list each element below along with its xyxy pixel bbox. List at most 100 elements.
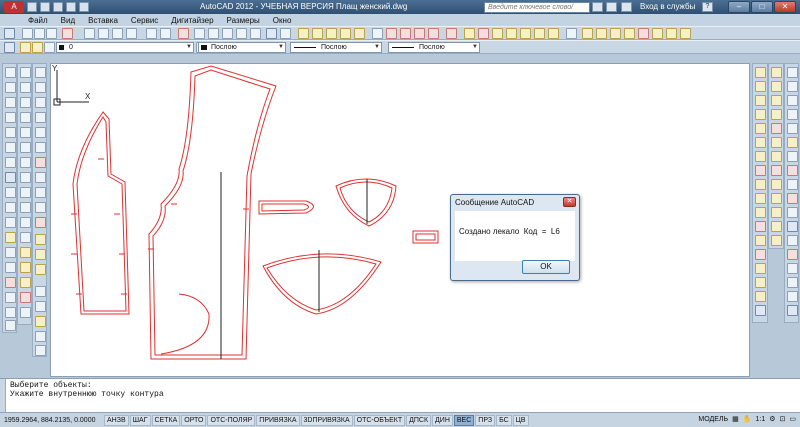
menu-dimensions[interactable]: Размеры: [227, 16, 260, 25]
rectangle-icon[interactable]: [5, 127, 16, 138]
zoom-window-icon[interactable]: [236, 28, 247, 39]
color-select[interactable]: Послою ▼: [198, 42, 286, 53]
pattern-tool-icon[interactable]: [755, 151, 766, 162]
menu-digitizer[interactable]: Дигитайзер: [171, 16, 213, 25]
pattern-tool-icon[interactable]: [771, 151, 782, 162]
help-icon[interactable]: ?: [702, 2, 713, 12]
tool-icon[interactable]: [582, 28, 593, 39]
tool-icon[interactable]: [506, 28, 517, 39]
pattern-tool-icon[interactable]: [771, 235, 782, 246]
make-block-icon[interactable]: [5, 247, 16, 258]
tool-icon[interactable]: [414, 28, 425, 39]
pattern-tool-icon[interactable]: [755, 263, 766, 274]
menu-file[interactable]: Файл: [28, 16, 48, 25]
join-icon[interactable]: [20, 247, 31, 258]
preview-icon[interactable]: [98, 28, 109, 39]
pattern-tool-icon[interactable]: [787, 81, 798, 92]
drawing-canvas[interactable]: Y X: [50, 63, 750, 377]
layer-freeze-icon[interactable]: [32, 42, 43, 53]
offset-icon[interactable]: [20, 112, 31, 123]
maximize-button[interactable]: □: [751, 1, 773, 13]
pattern-tool-icon[interactable]: [771, 193, 782, 204]
tool-icon[interactable]: [312, 28, 323, 39]
pattern-tool-icon[interactable]: [787, 235, 798, 246]
trim-icon[interactable]: [20, 202, 31, 213]
explode-icon[interactable]: [20, 292, 31, 303]
pan-icon[interactable]: [208, 28, 219, 39]
pattern-tool-icon[interactable]: [787, 277, 798, 288]
arc-icon[interactable]: [5, 142, 16, 153]
move-icon[interactable]: [20, 142, 31, 153]
tool-icon[interactable]: [548, 28, 559, 39]
tool-icon[interactable]: [596, 28, 607, 39]
pattern-tool-icon[interactable]: [755, 179, 766, 190]
toggle-ducs[interactable]: ДПСК: [406, 414, 432, 426]
point-icon[interactable]: [5, 262, 16, 273]
pattern-tool-icon[interactable]: [787, 305, 798, 316]
tool-icon[interactable]: [298, 28, 309, 39]
tool-icon[interactable]: [35, 316, 46, 327]
toggle-snap[interactable]: ШАГ: [129, 414, 151, 426]
region-icon[interactable]: [5, 307, 16, 318]
tool-icon[interactable]: [35, 217, 46, 228]
tool-icon[interactable]: [35, 67, 46, 78]
tool-icon[interactable]: [22, 28, 33, 39]
pattern-tool-icon[interactable]: [787, 249, 798, 260]
tool-icon[interactable]: [35, 172, 46, 183]
array-icon[interactable]: [20, 127, 31, 138]
pattern-tool-icon[interactable]: [755, 221, 766, 232]
tool-icon[interactable]: [35, 127, 46, 138]
tool-icon[interactable]: [266, 28, 277, 39]
pattern-tool-icon[interactable]: [755, 137, 766, 148]
tool-icon[interactable]: [428, 28, 439, 39]
spline-icon[interactable]: [5, 187, 16, 198]
open-file-icon[interactable]: [40, 2, 50, 12]
tool-icon[interactable]: [566, 28, 577, 39]
pattern-tool-icon[interactable]: [755, 235, 766, 246]
pattern-tool-icon[interactable]: [771, 179, 782, 190]
layout-icon[interactable]: ▦: [732, 415, 739, 423]
pattern-tool-icon[interactable]: [771, 165, 782, 176]
erase-icon[interactable]: [178, 28, 189, 39]
tool-icon[interactable]: [534, 28, 545, 39]
gradient-icon[interactable]: [5, 292, 16, 303]
pattern-tool-icon[interactable]: [771, 81, 782, 92]
ellipse-icon[interactable]: [5, 202, 16, 213]
layer-select[interactable]: 0 ▼: [56, 42, 194, 53]
pattern-tool-icon[interactable]: [787, 263, 798, 274]
toggle-polar[interactable]: ОТС-ПОЛЯР: [207, 414, 256, 426]
menu-window[interactable]: Окно: [273, 16, 292, 25]
toggle-dyn[interactable]: ДИН: [432, 414, 453, 426]
tool-icon[interactable]: [652, 28, 663, 39]
tool-icon[interactable]: [35, 301, 46, 312]
pattern-tool-icon[interactable]: [755, 95, 766, 106]
new-file-icon[interactable]: [27, 2, 37, 12]
command-line[interactable]: Выберите объекты: Укажите внутреннюю точ…: [0, 378, 800, 413]
mirror-icon[interactable]: [20, 97, 31, 108]
save-icon[interactable]: [53, 2, 63, 12]
insert-block-icon[interactable]: [5, 232, 16, 243]
minimize-button[interactable]: –: [728, 1, 750, 13]
tool-icon[interactable]: [35, 234, 46, 245]
tool-icon[interactable]: [35, 82, 46, 93]
pattern-tool-icon[interactable]: [755, 81, 766, 92]
pattern-tool-icon[interactable]: [755, 165, 766, 176]
menu-tools[interactable]: Сервис: [131, 16, 158, 25]
pattern-tool-icon[interactable]: [771, 207, 782, 218]
tool-icon[interactable]: [4, 28, 15, 39]
pattern-tool-icon[interactable]: [787, 221, 798, 232]
tool-icon[interactable]: [34, 28, 45, 39]
revcloud-icon[interactable]: [5, 172, 16, 183]
tool-icon[interactable]: [20, 307, 31, 318]
dialog-close-button[interactable]: ✕: [563, 197, 576, 207]
tool-icon[interactable]: [464, 28, 475, 39]
pattern-tool-icon[interactable]: [771, 67, 782, 78]
toggle-grid[interactable]: СЕТКА: [151, 414, 181, 426]
extend-icon[interactable]: [20, 217, 31, 228]
app-menu-button[interactable]: A: [4, 1, 24, 13]
tool-icon[interactable]: [35, 187, 46, 198]
sign-in-link[interactable]: Вход в службы: [640, 2, 695, 11]
toggle-selection-cycling[interactable]: ЦВ: [512, 414, 529, 426]
fillet-icon[interactable]: [20, 277, 31, 288]
tool-icon[interactable]: [372, 28, 383, 39]
